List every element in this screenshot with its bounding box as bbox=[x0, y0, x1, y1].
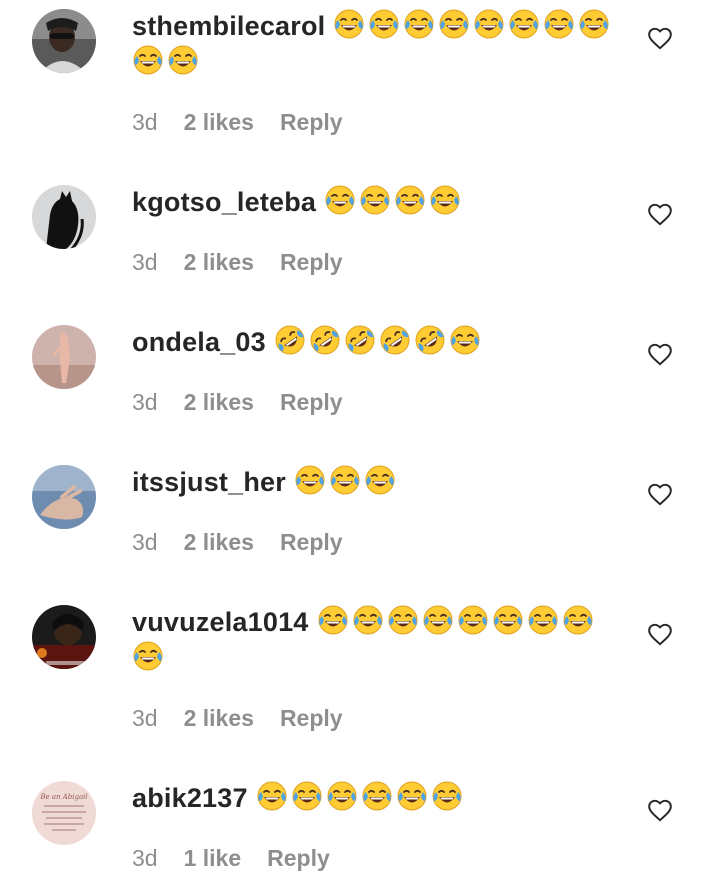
comment-timestamp: 3d bbox=[132, 109, 158, 135]
comment-timestamp: 3d bbox=[132, 845, 158, 871]
laugh-emoji bbox=[509, 9, 539, 39]
heart-outline-icon[interactable] bbox=[647, 798, 673, 824]
avatar[interactable] bbox=[32, 325, 96, 389]
avatar[interactable] bbox=[32, 465, 96, 529]
reply-button[interactable]: Reply bbox=[280, 249, 343, 275]
laugh-emoji bbox=[325, 185, 355, 215]
likes-count[interactable]: 2 likes bbox=[184, 389, 254, 415]
likes-count[interactable]: 1 like bbox=[184, 845, 242, 871]
rofl-emoji bbox=[380, 325, 410, 355]
emoji-row bbox=[324, 185, 464, 217]
comment-username[interactable]: kgotso_leteba bbox=[132, 187, 316, 217]
likes-count[interactable]: 2 likes bbox=[184, 109, 254, 135]
rofl-emoji bbox=[345, 325, 375, 355]
comment-timestamp: 3d bbox=[132, 705, 158, 731]
laugh-emoji bbox=[369, 9, 399, 39]
avatar[interactable]: Be an Abigail bbox=[32, 781, 96, 845]
rofl-emoji bbox=[310, 325, 340, 355]
avatar-logo-text: Be an Abigail bbox=[39, 793, 87, 801]
heart-outline-icon[interactable] bbox=[647, 202, 673, 228]
comment-username[interactable]: abik2137 bbox=[132, 783, 248, 813]
heart-outline-icon[interactable] bbox=[647, 26, 673, 52]
laugh-emoji bbox=[528, 605, 558, 635]
laugh-emoji bbox=[362, 781, 392, 811]
comment-username[interactable]: sthembilecarol bbox=[132, 11, 325, 41]
emoji-row bbox=[294, 465, 399, 497]
laugh-emoji bbox=[257, 781, 287, 811]
laugh-emoji bbox=[133, 45, 163, 75]
laugh-emoji bbox=[133, 641, 163, 671]
emoji-row bbox=[274, 325, 484, 357]
avatar[interactable] bbox=[32, 9, 96, 73]
avatar[interactable] bbox=[32, 185, 96, 249]
reply-button[interactable]: Reply bbox=[280, 389, 343, 415]
likes-count[interactable]: 2 likes bbox=[184, 529, 254, 555]
comment-username[interactable]: itssjust_her bbox=[132, 467, 286, 497]
laugh-emoji bbox=[423, 605, 453, 635]
laugh-emoji bbox=[292, 781, 322, 811]
laugh-emoji bbox=[295, 465, 325, 495]
laugh-emoji bbox=[450, 325, 480, 355]
laugh-emoji bbox=[404, 9, 434, 39]
emoji-row bbox=[256, 781, 466, 813]
likes-count[interactable]: 2 likes bbox=[184, 249, 254, 275]
comment-timestamp: 3d bbox=[132, 249, 158, 275]
laugh-emoji bbox=[395, 185, 425, 215]
laugh-emoji bbox=[430, 185, 460, 215]
heart-outline-icon[interactable] bbox=[647, 482, 673, 508]
rofl-emoji bbox=[415, 325, 445, 355]
laugh-emoji bbox=[563, 605, 593, 635]
reply-button[interactable]: Reply bbox=[280, 529, 343, 555]
laugh-emoji bbox=[330, 465, 360, 495]
laugh-emoji bbox=[493, 605, 523, 635]
comment-timestamp: 3d bbox=[132, 389, 158, 415]
laugh-emoji bbox=[318, 605, 348, 635]
laugh-emoji bbox=[353, 605, 383, 635]
laugh-emoji bbox=[439, 9, 469, 39]
laugh-emoji bbox=[388, 605, 418, 635]
laugh-emoji bbox=[168, 45, 198, 75]
laugh-emoji bbox=[544, 9, 574, 39]
heart-outline-icon[interactable] bbox=[647, 342, 673, 368]
laugh-emoji bbox=[474, 9, 504, 39]
likes-count[interactable]: 2 likes bbox=[184, 705, 254, 731]
reply-button[interactable]: Reply bbox=[280, 109, 343, 135]
rofl-emoji bbox=[275, 325, 305, 355]
avatar[interactable] bbox=[32, 605, 96, 669]
laugh-emoji bbox=[458, 605, 488, 635]
laugh-emoji bbox=[432, 781, 462, 811]
laugh-emoji bbox=[360, 185, 390, 215]
laugh-emoji bbox=[327, 781, 357, 811]
laugh-emoji bbox=[365, 465, 395, 495]
comment-username[interactable]: ondela_03 bbox=[132, 327, 266, 357]
comment-timestamp: 3d bbox=[132, 529, 158, 555]
laugh-emoji bbox=[397, 781, 427, 811]
heart-outline-icon[interactable] bbox=[647, 622, 673, 648]
laugh-emoji bbox=[579, 9, 609, 39]
reply-button[interactable]: Reply bbox=[267, 845, 330, 871]
reply-button[interactable]: Reply bbox=[280, 705, 343, 731]
laugh-emoji bbox=[334, 9, 364, 39]
comment-username[interactable]: vuvuzela1014 bbox=[132, 607, 309, 637]
